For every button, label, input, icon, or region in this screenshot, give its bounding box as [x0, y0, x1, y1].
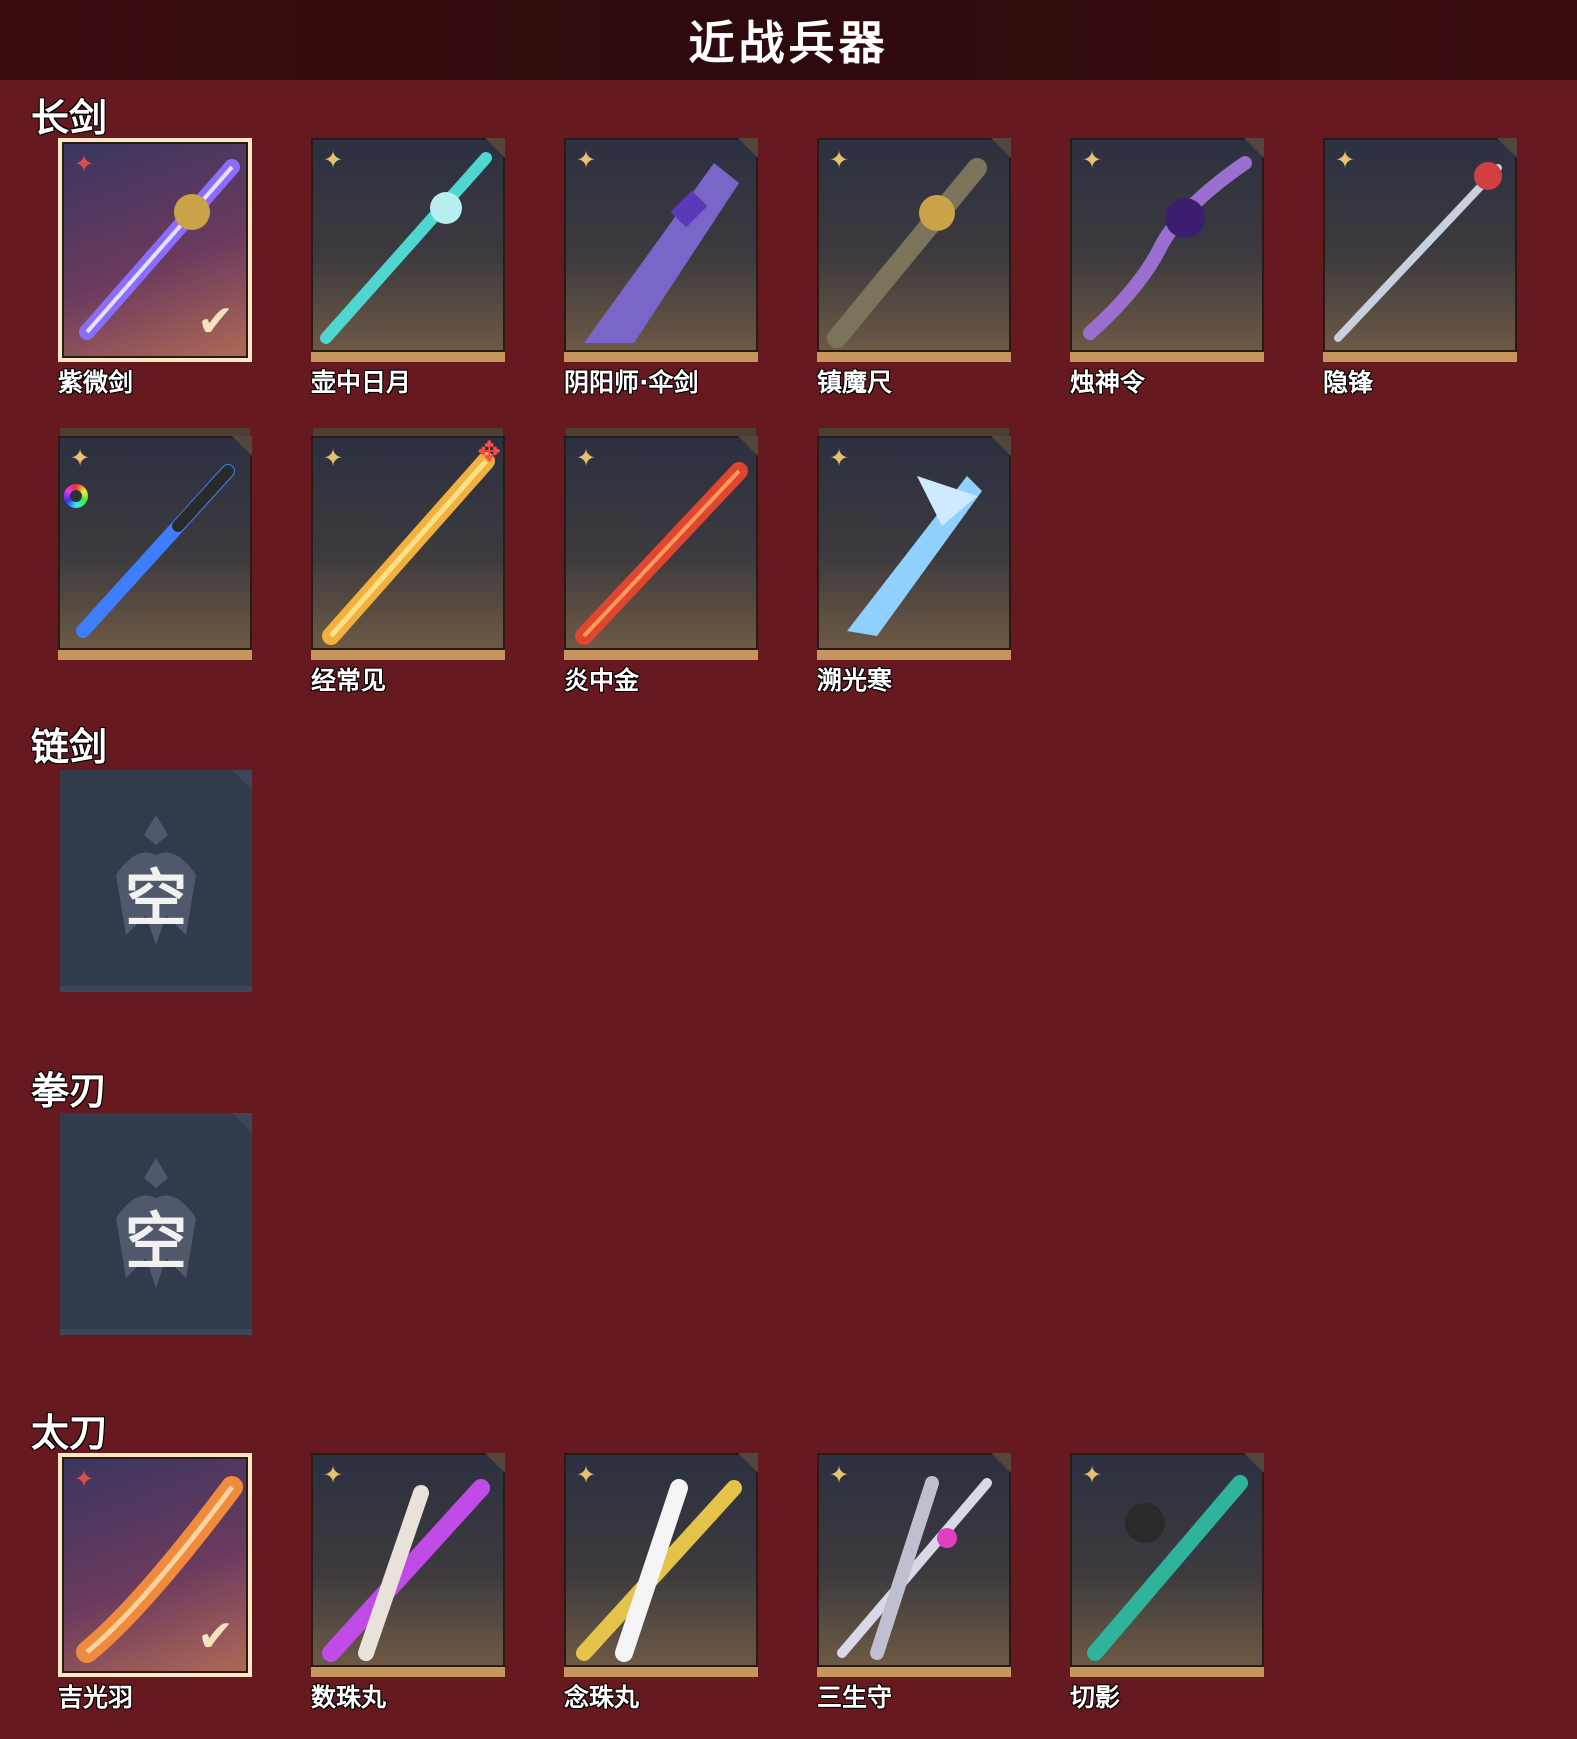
section-label-longsword: 长剑: [31, 96, 108, 140]
weapon-card[interactable]: ✦ 切影: [1070, 1453, 1264, 1715]
rarity-star-icon: ✦: [323, 1461, 344, 1489]
weapon-name: 炎中金: [564, 666, 640, 695]
rarity-star-icon: ✦: [1335, 146, 1356, 174]
corner-tab-icon: [232, 770, 252, 790]
weapon-name: [58, 664, 252, 698]
red-flame-icon: ✥: [477, 436, 501, 468]
page-title: 近战兵器: [688, 16, 889, 70]
rarity-star-icon: ✦: [576, 146, 597, 174]
weapon-card[interactable]: ✦ ✔ 紫微剑: [58, 138, 252, 400]
rainbow-ring-icon: [64, 484, 88, 508]
weapon-card[interactable]: ✦ 隐锋: [1323, 138, 1517, 400]
weapon-frame: ✦: [817, 138, 1011, 362]
weapon-name: 数珠丸: [311, 1683, 387, 1712]
weapon-frame: ✦: [1070, 138, 1264, 362]
weapon-card[interactable]: ✦ 镇魔尺: [817, 138, 1011, 400]
weapon-name: 阴阳师·伞剑: [564, 368, 699, 397]
rarity-star-icon: ✦: [576, 1461, 597, 1489]
weapon-name: 溯光寒: [817, 666, 893, 695]
weapon-card[interactable]: ✦ ✔ 吉光羽: [58, 1453, 252, 1715]
rarity-star-icon: ✦: [829, 1461, 850, 1489]
weapon-frame: ✦: [564, 1453, 758, 1677]
weapon-frame: ✦: [311, 1453, 505, 1677]
weapon-card[interactable]: ✦ ✥ 经常见: [311, 436, 505, 698]
title-bar: 近战兵器: [0, 0, 1577, 80]
weapon-card[interactable]: ✦ 念珠丸: [564, 1453, 758, 1715]
weapon-card[interactable]: ✦ 三生守: [817, 1453, 1011, 1715]
checkmark-icon: ✔: [197, 296, 234, 347]
weapon-frame: ✦: [817, 1453, 1011, 1677]
weapon-frame: ✦: [564, 436, 758, 660]
rarity-star-icon: ✦: [323, 444, 344, 472]
checkmark-icon: ✔: [197, 1611, 234, 1662]
empty-slot-text: 空: [124, 862, 187, 935]
empty-slot[interactable]: 空: [60, 770, 252, 992]
rarity-star-icon: ✦: [829, 146, 850, 174]
weapon-name: 紫微剑: [58, 368, 134, 397]
rarity-star-icon: ✦: [829, 444, 850, 472]
weapon-frame: ✦ ✔: [58, 1453, 252, 1677]
rarity-star-icon: ✦: [74, 150, 95, 178]
weapon-card[interactable]: ✦ 阴阳师·伞剑: [564, 138, 758, 400]
weapon-card[interactable]: ✦ 烛神令: [1070, 138, 1264, 400]
rarity-star-icon: ✦: [323, 146, 344, 174]
rarity-star-icon: ✦: [70, 444, 91, 472]
section-label-fist-blade: 拳刃: [31, 1069, 108, 1113]
weapon-name: 隐锋: [1323, 368, 1374, 397]
weapon-card[interactable]: ✦ 溯光寒: [817, 436, 1011, 698]
rarity-star-icon: ✦: [1082, 1461, 1103, 1489]
weapon-name: 镇魔尺: [817, 368, 893, 397]
weapon-card[interactable]: ✦ 炎中金: [564, 436, 758, 698]
weapon-name: 吉光羽: [58, 1683, 134, 1712]
weapon-name: 三生守: [817, 1683, 893, 1712]
weapon-card[interactable]: ✦ 数珠丸: [311, 1453, 505, 1715]
rarity-star-icon: ✦: [576, 444, 597, 472]
rarity-star-icon: ✦: [74, 1465, 95, 1493]
weapon-name: 烛神令: [1070, 368, 1146, 397]
weapon-name: 壶中日月: [311, 368, 412, 397]
weapon-frame: ✦: [564, 138, 758, 362]
weapon-card[interactable]: ✦: [58, 436, 252, 698]
section-label-chain-sword: 链剑: [31, 725, 108, 769]
weapon-name: 念珠丸: [564, 1683, 640, 1712]
weapon-frame: ✦ ✔: [58, 138, 252, 362]
weapon-name: 经常见: [311, 666, 387, 695]
weapon-name: 切影: [1070, 1683, 1121, 1712]
rarity-star-icon: ✦: [1082, 146, 1103, 174]
weapon-frame: ✦: [58, 436, 252, 660]
weapon-frame: ✦ ✥: [311, 436, 505, 660]
weapon-card[interactable]: ✦ 壶中日月: [311, 138, 505, 400]
weapon-frame: ✦: [1070, 1453, 1264, 1677]
weapon-frame: ✦: [311, 138, 505, 362]
corner-tab-icon: [232, 1113, 252, 1133]
empty-slot-text: 空: [124, 1205, 187, 1278]
weapon-frame: ✦: [1323, 138, 1517, 362]
empty-slot[interactable]: 空: [60, 1113, 252, 1335]
section-label-tachi: 太刀: [31, 1411, 108, 1455]
weapon-frame: ✦: [817, 436, 1011, 660]
